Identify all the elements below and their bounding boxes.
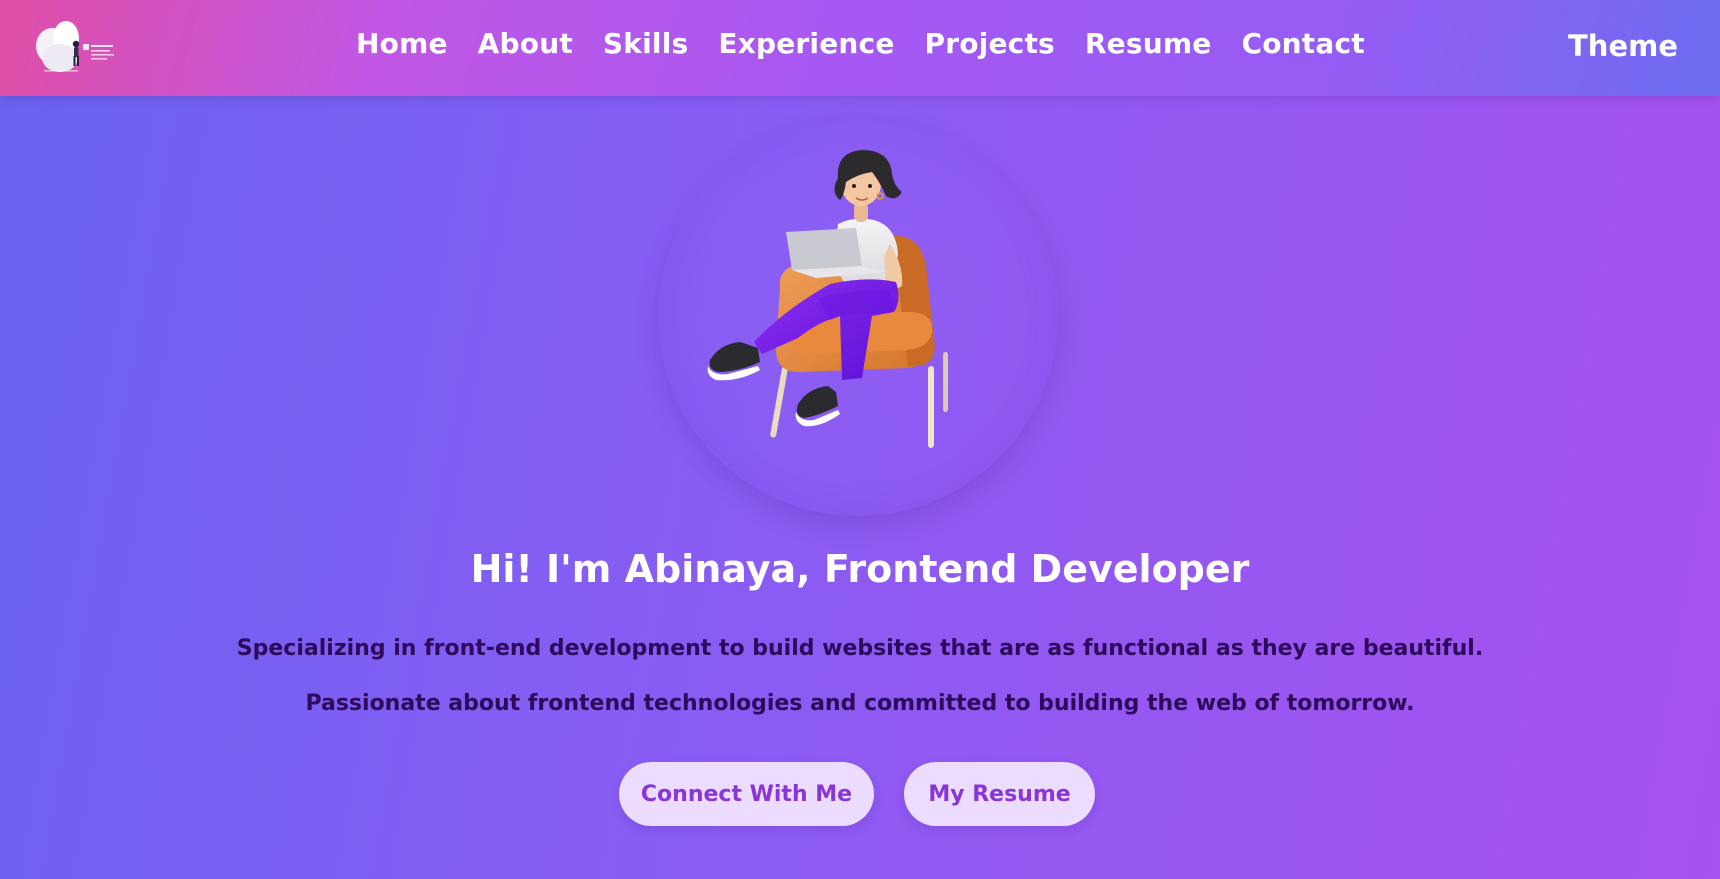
hero-tagline-1: Specializing in front-end development to… — [236, 636, 1484, 661]
nav-skills[interactable]: Skills — [603, 24, 688, 64]
nav-home[interactable]: Home — [356, 24, 448, 64]
nav-resume[interactable]: Resume — [1085, 24, 1212, 64]
my-resume-button[interactable]: My Resume — [904, 762, 1095, 826]
logo-illustration-icon[interactable] — [32, 18, 118, 76]
connect-with-me-button[interactable]: Connect With Me — [619, 762, 874, 826]
hero-tagline-2: Passionate about frontend technologies a… — [305, 691, 1415, 716]
developer-avatar-illustration — [707, 150, 948, 448]
hero-headline: Hi! I'm Abinaya, Frontend Developer — [470, 547, 1250, 591]
top-navbar: Home About Skills Experience Projects Re… — [0, 0, 1720, 96]
nav-contact[interactable]: Contact — [1241, 24, 1364, 64]
nav-experience[interactable]: Experience — [718, 24, 894, 64]
theme-toggle-button[interactable]: Theme — [1568, 26, 1678, 66]
nav-about[interactable]: About — [478, 24, 573, 64]
avatar — [658, 116, 1058, 516]
main-nav: Home About Skills Experience Projects Re… — [356, 24, 1365, 64]
nav-projects[interactable]: Projects — [925, 24, 1055, 64]
